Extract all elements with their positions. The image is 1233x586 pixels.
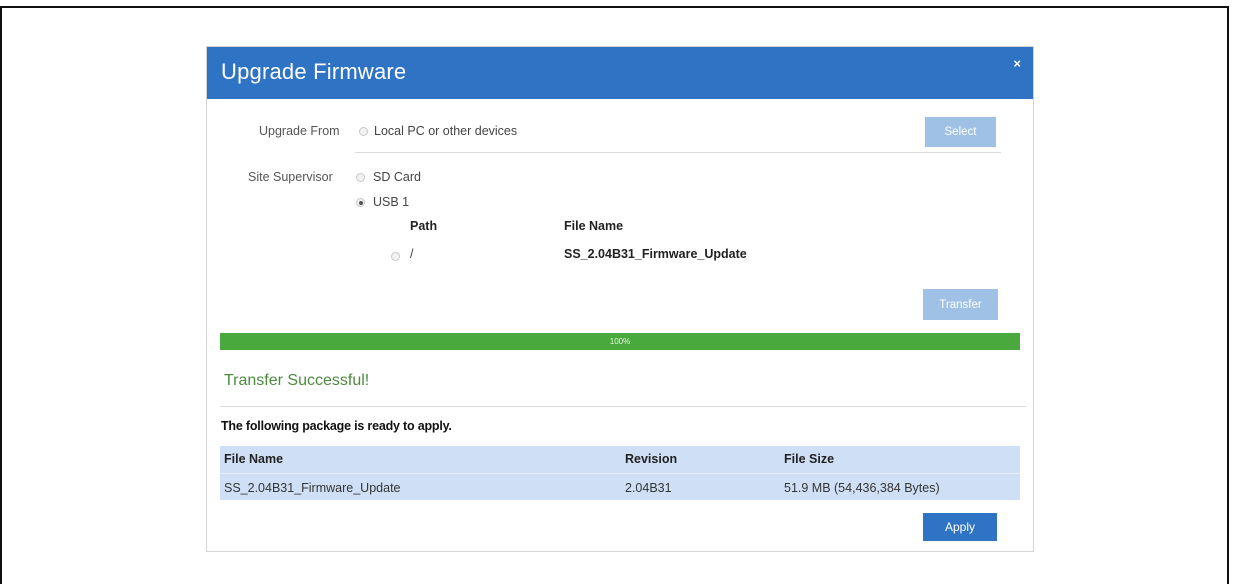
progress-bar: 100% (220, 333, 1020, 350)
package-table: File Name Revision File Size SS_2.04B31_… (220, 446, 1020, 500)
package-file-name-header: File Name (224, 452, 284, 466)
dialog-header: Upgrade Firmware × (207, 47, 1033, 99)
local-pc-radio[interactable] (359, 127, 368, 136)
package-file-size-header: File Size (784, 452, 835, 466)
package-file-size-cell: 51.9 MB (54,436,384 Bytes) (784, 481, 940, 495)
transfer-status: Transfer Successful! (224, 372, 370, 389)
package-ready-text: The following package is ready to apply. (221, 419, 452, 433)
apply-button[interactable]: Apply (923, 513, 997, 541)
package-revision-header: Revision (625, 452, 678, 466)
sd-card-option-label: SD Card (373, 170, 421, 184)
divider (355, 152, 1001, 153)
usb1-option-label: USB 1 (373, 195, 410, 209)
close-icon[interactable]: × (1013, 56, 1021, 71)
site-supervisor-label: Site Supervisor (248, 170, 333, 184)
transfer-button[interactable]: Transfer (923, 289, 998, 320)
sd-card-radio[interactable] (356, 173, 365, 182)
upgrade-from-label: Upgrade From (259, 124, 340, 138)
dialog-title: Upgrade Firmware (221, 59, 407, 84)
path-column-header: Path (410, 219, 438, 233)
file-name-column-header: File Name (564, 219, 624, 233)
usb1-radio[interactable] (356, 198, 365, 207)
file-path-cell: / (410, 247, 414, 261)
local-pc-option-label: Local PC or other devices (374, 124, 518, 138)
package-revision-cell: 2.04B31 (625, 481, 672, 495)
file-row-radio[interactable] (391, 252, 400, 261)
row-separator (220, 473, 1020, 474)
progress-text: 100% (609, 337, 631, 346)
divider (220, 406, 1026, 407)
file-name-cell: SS_2.04B31_Firmware_Update (564, 247, 747, 261)
select-button[interactable]: Select (925, 117, 996, 147)
upgrade-firmware-dialog: Upgrade Firmware × Upgrade From Local PC… (206, 46, 1034, 552)
package-file-name-cell: SS_2.04B31_Firmware_Update (224, 481, 401, 495)
